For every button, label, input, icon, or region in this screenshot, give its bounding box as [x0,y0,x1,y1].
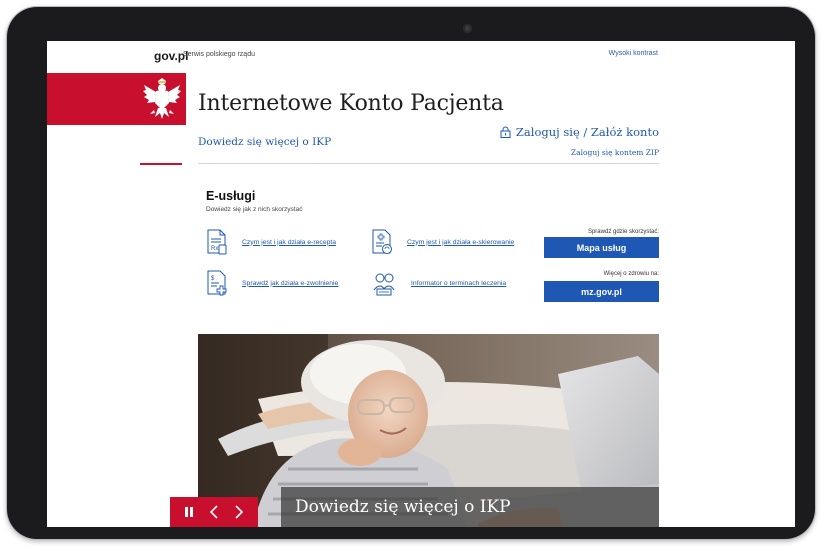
service-link[interactable]: Sprawdź jak działa e-zwolnienie [242,280,338,287]
service-e-referral[interactable]: Czym jest i jak działa e-skierowanie [371,229,514,255]
health-info-caption: Więcej o zdrowiu na: [603,271,659,277]
learn-more-link[interactable]: Dowiedz się więcej o IKP [198,136,331,148]
service-map-button[interactable]: Mapa usług [544,237,659,258]
service-link[interactable]: Informator o terminach leczenia [411,280,506,287]
service-link[interactable]: Czym jest i jak działa e-recepta [242,239,336,246]
hero-slider: Dowiedz się więcej o IKP [198,334,659,527]
svg-text:Rx: Rx [211,246,218,252]
slider-controls [170,497,258,527]
hero-caption: Dowiedz się więcej o IKP [295,497,511,517]
tablet-frame: gov.pl Serwis polskiego rządu Wysoki kon… [7,7,815,539]
eservices-title: E-usługi [206,189,256,203]
emblem-banner [47,73,186,125]
page-title: Internetowe Konto Pacjenta [198,91,504,116]
service-e-prescription[interactable]: Rx Czym jest i jak działa e-recepta [206,229,336,255]
service-map-caption: Sprawdź gdzie skorzystać: [587,229,659,235]
header-divider [198,163,659,164]
service-e-sick-leave[interactable]: $ Sprawdź jak działa e-zwolnienie [206,270,338,296]
hero-caption-bar: Dowiedz się więcej o IKP [281,487,659,527]
gov-service-bar: gov.pl Serwis polskiego rządu Wysoki kon… [47,41,795,67]
lock-icon [500,126,511,138]
red-accent-line [140,163,182,165]
login-register-link[interactable]: Zaloguj się / Załóż konto [500,125,659,139]
browser-screen: gov.pl Serwis polskiego rządu Wysoki kon… [47,41,795,527]
eservices-subtitle: Dowiedz się jak z nich skorzystać [206,206,303,213]
pause-button[interactable] [181,504,197,520]
treatment-schedule-icon [373,273,395,296]
login-label: Zaloguj się / Załóż konto [515,125,659,139]
e-referral-icon [372,229,392,254]
camera-icon [463,24,472,33]
chevron-right-icon [235,505,244,519]
e-prescription-icon: Rx [207,229,227,255]
next-slide-button[interactable] [231,504,247,520]
previous-slide-button[interactable] [206,504,222,520]
pause-icon [184,507,193,517]
service-link[interactable]: Czym jest i jak działa e-skierowanie [407,239,514,246]
chevron-left-icon [209,505,218,519]
service-treatment-schedule[interactable]: Informator o terminach leczenia [371,270,506,296]
high-contrast-link[interactable]: Wysoki kontrast [609,50,658,57]
e-sick-leave-icon: $ [207,270,227,296]
white-eagle-emblem-icon [143,78,181,119]
login-zip-link[interactable]: Zaloguj się kontem ZIP [571,148,659,157]
svg-text:$: $ [211,276,215,282]
gov-service-label: Serwis polskiego rządu [183,51,255,58]
mz-gov-button[interactable]: mz.gov.pl [544,281,659,302]
